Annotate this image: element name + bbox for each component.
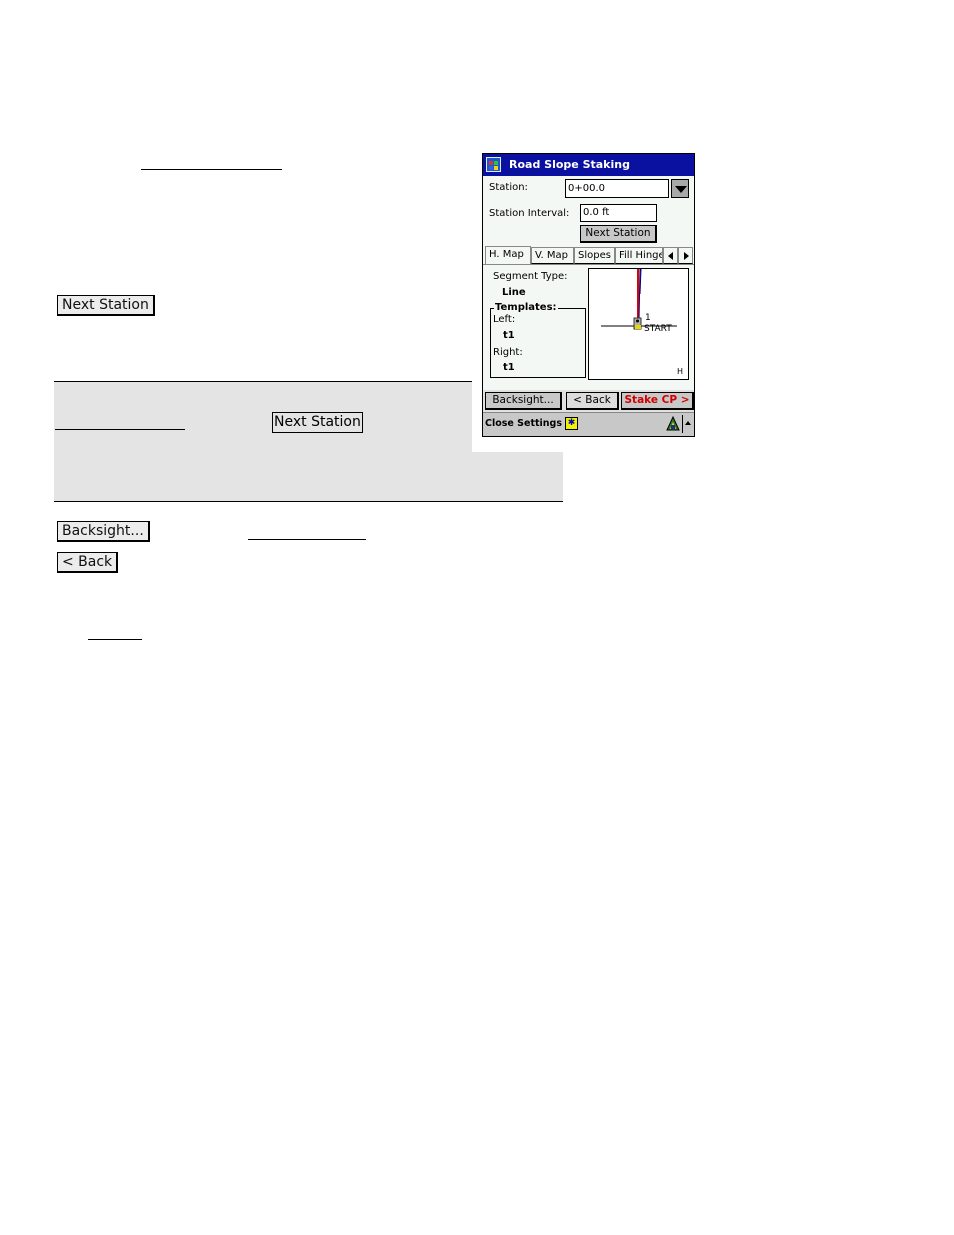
- station-interval-label: Station Interval:: [489, 208, 570, 219]
- close-settings-label[interactable]: Close Settings: [485, 418, 562, 429]
- next-station-button-doc[interactable]: Next Station: [57, 295, 155, 316]
- arrow-left-icon: [668, 252, 673, 260]
- tab-slopes[interactable]: Slopes: [574, 247, 615, 264]
- next-station-button-note[interactable]: Next Station: [272, 412, 363, 433]
- tab-fill-hinge[interactable]: Fill Hinge: [615, 247, 663, 264]
- window-title: Road Slope Staking: [509, 158, 630, 171]
- link-underline-3[interactable]: [88, 639, 142, 640]
- tab-bar: H. Map V. Map Slopes Fill Hinge: [483, 246, 694, 265]
- button-bar: Backsight... < Back Stake CP >: [483, 390, 694, 412]
- backsight-button[interactable]: Backsight...: [485, 392, 562, 410]
- templates-label: Templates:: [494, 302, 558, 313]
- station-label: Station:: [489, 182, 528, 193]
- link-underline-2[interactable]: [248, 539, 366, 540]
- link-underline-1[interactable]: [141, 169, 282, 170]
- status-bar: Close Settings ✱: [483, 412, 694, 436]
- start-menu-icon[interactable]: [486, 157, 501, 172]
- note-link-underline[interactable]: [55, 429, 185, 430]
- note-top-border: [54, 381, 472, 382]
- satellite-status-icon[interactable]: [666, 415, 680, 431]
- right-template-label: Right:: [493, 347, 523, 358]
- station-input[interactable]: 0+00.0: [565, 179, 669, 198]
- view-indicator: H: [677, 367, 684, 376]
- station-dropdown-button[interactable]: [671, 179, 689, 198]
- point-label: 1: [645, 313, 651, 323]
- tab-h-map[interactable]: H. Map: [485, 246, 531, 265]
- title-bar: Road Slope Staking: [483, 154, 694, 176]
- arrow-right-icon: [684, 252, 689, 260]
- sip-up-arrow-icon[interactable]: [685, 421, 691, 425]
- stake-cp-button[interactable]: Stake CP >: [621, 392, 694, 410]
- backsight-button-doc[interactable]: Backsight...: [57, 521, 150, 542]
- sun-icon[interactable]: ✱: [565, 417, 578, 430]
- segment-type-label: Segment Type:: [493, 271, 568, 282]
- back-button-doc[interactable]: < Back: [57, 552, 119, 573]
- right-template-value: t1: [503, 362, 515, 373]
- left-template-label: Left:: [493, 314, 516, 325]
- station-interval-input[interactable]: 0.0 ft: [580, 204, 657, 222]
- next-station-button[interactable]: Next Station: [580, 225, 657, 243]
- back-button[interactable]: < Back: [566, 392, 619, 410]
- device-screenshot: Road Slope Staking Station: 0+00.0 Stati…: [482, 153, 695, 437]
- status-divider: [682, 415, 683, 433]
- h-map-panel: Segment Type: Line Templates: Left: t1 R…: [483, 264, 694, 387]
- alignment-blue-line: [638, 269, 641, 322]
- segment-type-value: Line: [502, 287, 526, 298]
- start-label: START: [644, 324, 672, 334]
- instrument-icon: [633, 317, 642, 330]
- tab-scroll-right[interactable]: [678, 247, 693, 264]
- tab-scroll-left[interactable]: [663, 247, 678, 264]
- tab-v-map[interactable]: V. Map: [531, 247, 574, 264]
- horizontal-map[interactable]: 1 START H: [588, 268, 689, 380]
- left-template-value: t1: [503, 330, 515, 341]
